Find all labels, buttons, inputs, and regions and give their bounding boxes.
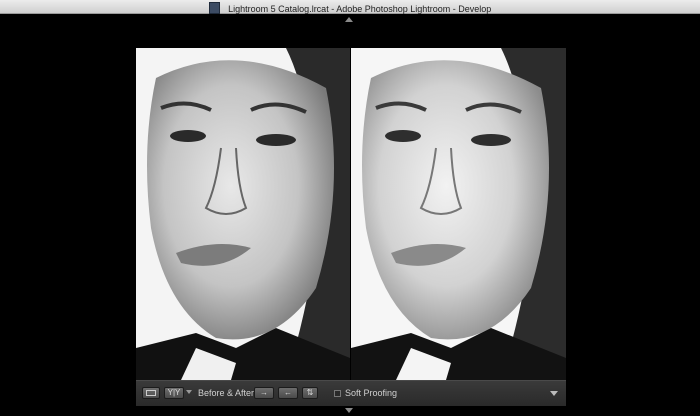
top-panel-toggle[interactable] bbox=[345, 17, 353, 22]
toolbar-menu-chevron-down-icon[interactable] bbox=[550, 391, 558, 396]
swap-before-after-button[interactable]: ⇅ bbox=[302, 387, 318, 399]
document-icon bbox=[208, 1, 220, 14]
copy-after-to-before-button[interactable]: ← bbox=[278, 387, 298, 399]
before-photo bbox=[136, 48, 350, 380]
soft-proofing-label: Soft Proofing bbox=[345, 388, 398, 398]
loupe-view-icon bbox=[146, 390, 156, 396]
view-mode-chevron-down-icon[interactable] bbox=[186, 390, 192, 394]
loupe-view-button[interactable] bbox=[142, 387, 160, 399]
after-photo bbox=[351, 48, 566, 380]
soft-proofing-checkbox[interactable] bbox=[334, 390, 341, 397]
copy-before-to-after-button[interactable]: → bbox=[254, 387, 274, 399]
develop-toolbar: Y|Y Before & After : → ← ⇅ Soft Proofing bbox=[136, 380, 566, 406]
before-after-label: Before & After : bbox=[198, 388, 260, 398]
window-title: Lightroom 5 Catalog.lrcat - Adobe Photos… bbox=[228, 3, 492, 14]
bottom-panel-toggle[interactable] bbox=[345, 408, 353, 413]
before-after-view-button[interactable]: Y|Y bbox=[164, 387, 184, 399]
window-titlebar: Lightroom 5 Catalog.lrcat - Adobe Photos… bbox=[0, 0, 700, 14]
